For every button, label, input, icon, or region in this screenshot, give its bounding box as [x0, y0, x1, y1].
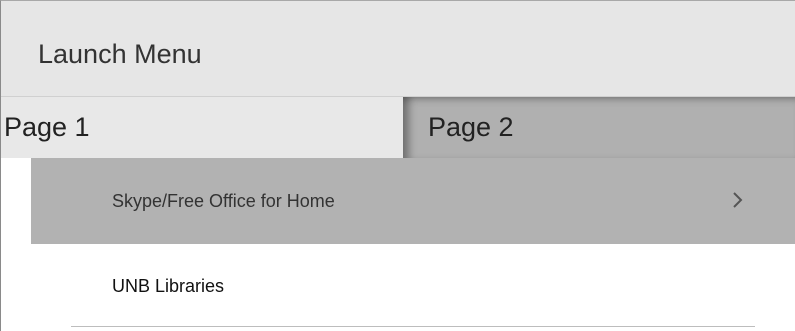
launch-menu-title: Launch Menu [38, 39, 202, 69]
menu-item-skype-free-office[interactable]: Skype/Free Office for Home [31, 158, 795, 244]
launch-menu-header: Launch Menu [1, 1, 795, 97]
menu-divider [71, 326, 755, 327]
tab-page-1[interactable]: Page 1 [1, 97, 403, 158]
launch-menu-list: Skype/Free Office for Home UNB Libraries [1, 158, 795, 331]
menu-item-unb-libraries[interactable]: UNB Libraries [31, 244, 795, 326]
tab-page-2[interactable]: Page 2 [403, 97, 795, 158]
tab-page-1-label: Page 1 [4, 112, 90, 142]
launch-menu-panel: Launch Menu Page 1 Page 2 Skype/Free Off… [0, 0, 795, 331]
page-tabs: Page 1 Page 2 [1, 97, 795, 158]
chevron-right-icon [733, 192, 743, 208]
menu-item-label: Skype/Free Office for Home [112, 191, 335, 211]
tab-page-2-label: Page 2 [428, 112, 514, 142]
menu-item-label: UNB Libraries [112, 276, 225, 296]
